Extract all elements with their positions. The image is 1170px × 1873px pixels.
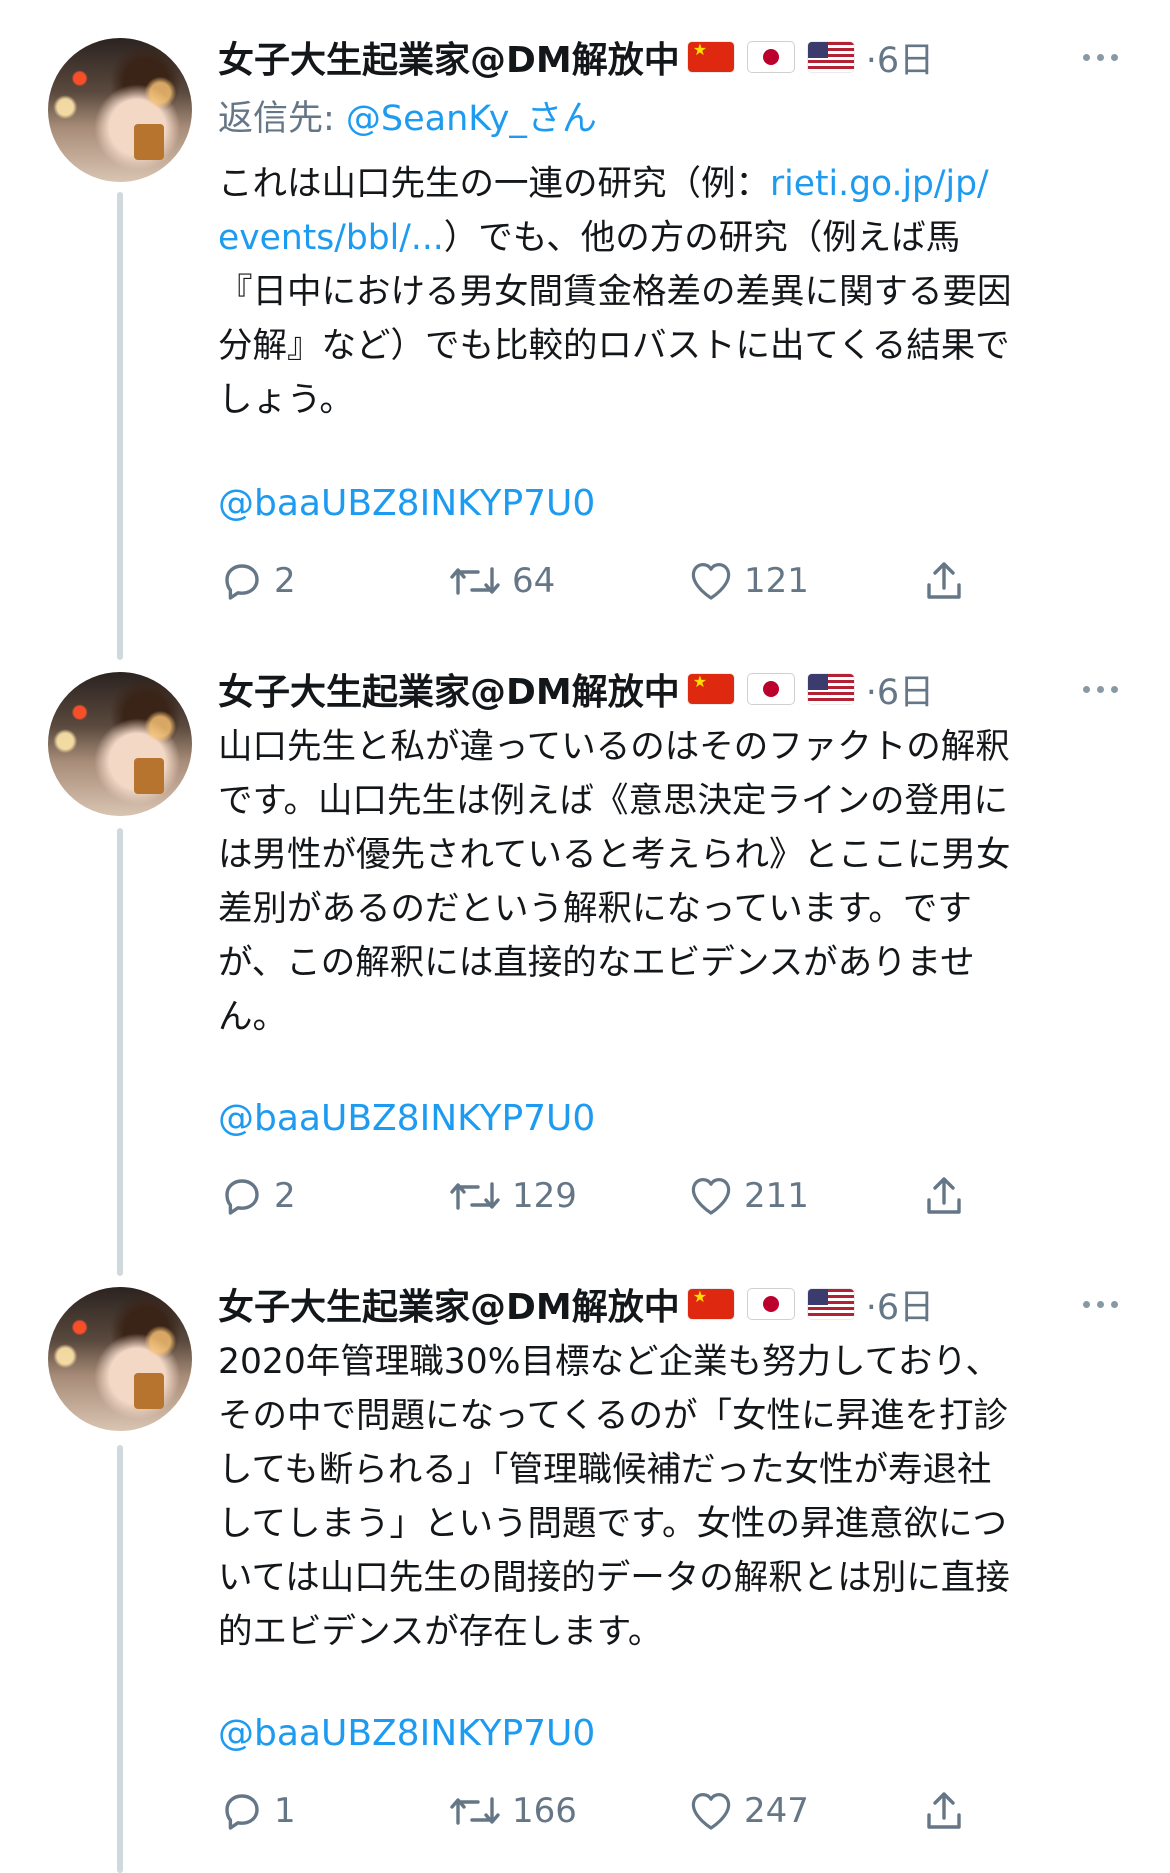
tweet[interactable]: 女子大生起業家@DM解放中 ·6日 2020年管理職30%目標など企業も努力して…	[0, 1255, 1170, 1873]
tweet[interactable]: 女子大生起業家@DM解放中 ·6日 返信先: @SeanKy_さん これは山口先…	[0, 0, 1170, 640]
tweet-actions: 2 64 121	[218, 556, 978, 606]
share-button[interactable]	[920, 1786, 968, 1836]
share-icon	[927, 562, 961, 599]
like-count: 121	[744, 561, 809, 601]
avatar-photo-detail	[134, 1373, 164, 1409]
like-count: 211	[744, 1176, 809, 1216]
timestamp[interactable]: ·6日	[866, 1279, 934, 1330]
mention-link[interactable]: @baaUBZ8INKYP7U0	[218, 1713, 595, 1754]
separator-dot: ·	[865, 672, 877, 713]
tweet-text: 山口先生と私が違っているのはそのファクトの解釈 です。山口先生は例えば《意思決定…	[218, 727, 1011, 1037]
mention-link[interactable]: @baaUBZ8INKYP7U0	[218, 483, 595, 524]
share-button[interactable]	[920, 556, 968, 606]
author-name[interactable]: 女子大生起業家@DM解放中	[218, 1278, 680, 1330]
retweet-icon	[450, 567, 500, 595]
reply-handle-link[interactable]: @SeanKy_さん	[346, 99, 597, 139]
more-options-icon[interactable]	[1083, 664, 1118, 714]
time-label: 6日	[876, 672, 935, 713]
mention-link[interactable]: @baaUBZ8INKYP7U0	[218, 1098, 595, 1139]
reply-button[interactable]: 1	[218, 1786, 296, 1836]
reply-count: 2	[274, 561, 296, 601]
tweet-actions: 2 129 211	[218, 1171, 978, 1221]
reply-button[interactable]: 2	[218, 556, 296, 606]
cn-flag-icon	[687, 1289, 734, 1319]
reply-count: 2	[274, 1176, 296, 1216]
avatar[interactable]	[48, 38, 192, 182]
reply-icon	[225, 564, 259, 600]
time-label: 6日	[876, 1287, 935, 1328]
tweet-text: これは山口先生の一連の研究（例：rieti.go.jp/jp/ events/b…	[218, 157, 1128, 427]
tweet-text: 2020年管理職30%目標など企業も努力しており、 その中で問題になってくるのが…	[218, 1342, 1010, 1652]
like-button[interactable]: 211	[686, 1171, 809, 1221]
more-options-icon[interactable]	[1083, 32, 1118, 82]
reply-to: 返信先: @SeanKy_さん	[218, 90, 597, 141]
retweet-count: 64	[512, 561, 556, 601]
reply-count: 1	[274, 1791, 296, 1831]
flag-emojis	[687, 1289, 854, 1319]
like-count: 247	[744, 1791, 809, 1831]
share-button[interactable]	[920, 1171, 968, 1221]
retweet-button[interactable]: 129	[446, 1171, 577, 1221]
retweet-icon	[450, 1182, 500, 1210]
heart-icon	[691, 1178, 731, 1215]
tweet-text-part: これは山口先生の一連の研究（例：	[218, 164, 770, 204]
reply-icon	[225, 1794, 259, 1830]
tweet-actions: 1 166 247	[218, 1786, 978, 1836]
time-label: 6日	[876, 40, 935, 81]
avatar-photo-detail	[134, 124, 164, 160]
cn-flag-icon	[687, 674, 734, 704]
flag-emojis	[687, 674, 854, 704]
jp-flag-icon	[747, 1289, 794, 1319]
timestamp[interactable]: ·6日	[866, 664, 934, 715]
cn-flag-icon	[687, 42, 734, 72]
jp-flag-icon	[747, 674, 794, 704]
avatar-photo-detail	[134, 758, 164, 794]
tweet-header: 女子大生起業家@DM解放中 ·6日	[218, 664, 934, 714]
avatar[interactable]	[48, 1287, 192, 1431]
separator-dot: ·	[865, 40, 877, 81]
reply-prefix: 返信先:	[218, 99, 346, 139]
tweet-header: 女子大生起業家@DM解放中 ·6日	[218, 32, 934, 82]
tweet-header: 女子大生起業家@DM解放中 ·6日	[218, 1279, 934, 1329]
us-flag-icon	[807, 42, 854, 72]
retweet-button[interactable]: 64	[446, 556, 555, 606]
us-flag-icon	[807, 1289, 854, 1319]
like-button[interactable]: 247	[686, 1786, 809, 1836]
share-icon	[927, 1792, 961, 1829]
jp-flag-icon	[747, 42, 794, 72]
heart-icon	[691, 563, 731, 600]
retweet-icon	[450, 1797, 500, 1825]
avatar[interactable]	[48, 672, 192, 816]
us-flag-icon	[807, 674, 854, 704]
author-name[interactable]: 女子大生起業家@DM解放中	[218, 31, 680, 83]
reply-icon	[225, 1179, 259, 1215]
flag-emojis	[687, 42, 854, 72]
retweet-button[interactable]: 166	[446, 1786, 577, 1836]
share-icon	[927, 1177, 961, 1214]
heart-icon	[691, 1793, 731, 1830]
more-options-icon[interactable]	[1083, 1279, 1118, 1329]
retweet-count: 166	[512, 1791, 577, 1831]
reply-button[interactable]: 2	[218, 1171, 296, 1221]
timestamp[interactable]: ·6日	[866, 32, 934, 83]
author-name[interactable]: 女子大生起業家@DM解放中	[218, 663, 680, 715]
retweet-count: 129	[512, 1176, 577, 1216]
like-button[interactable]: 121	[686, 556, 809, 606]
separator-dot: ·	[865, 1287, 877, 1328]
tweet[interactable]: 女子大生起業家@DM解放中 ·6日 山口先生と私が違っているのはそのファクトの解…	[0, 640, 1170, 1255]
